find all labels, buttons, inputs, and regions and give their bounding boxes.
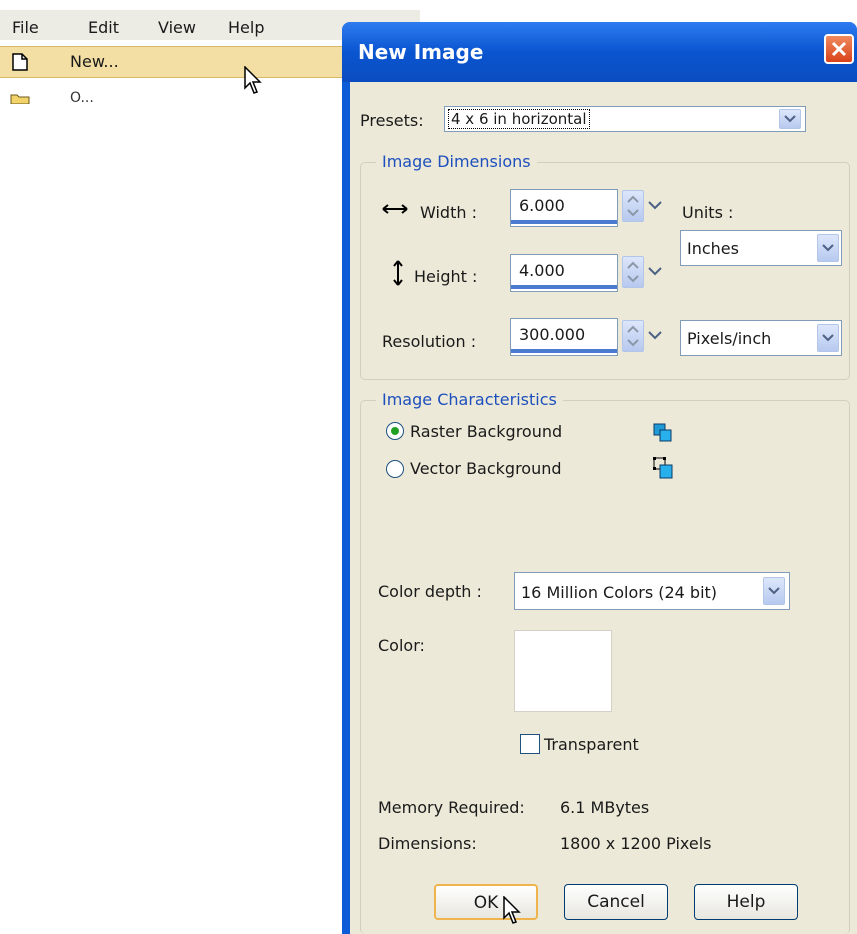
dimensions-label: Dimensions:	[378, 834, 477, 853]
vector-layer-icon	[652, 456, 676, 486]
spinner-arrows-icon	[627, 195, 639, 217]
open-folder-icon	[10, 92, 30, 104]
menu-item-open-label: O...	[70, 90, 94, 104]
height-value: 4.000	[519, 261, 565, 280]
units-select[interactable]: Inches	[680, 230, 842, 266]
height-label: Height :	[414, 267, 478, 286]
color-depth-value: 16 Million Colors (24 bit)	[521, 583, 718, 602]
presets-value: 4 x 6 in horizontal	[448, 109, 590, 129]
resolution-label: Resolution :	[382, 332, 477, 351]
dialog-body: Presets: 4 x 6 in horizontal Image Dimen…	[350, 82, 857, 934]
height-arrow-icon	[392, 260, 404, 290]
color-swatch[interactable]	[514, 630, 612, 712]
spinner-arrows-icon	[627, 325, 639, 347]
width-value: 6.000	[519, 196, 565, 215]
presets-select[interactable]: 4 x 6 in horizontal	[444, 106, 806, 132]
units-label: Units :	[682, 203, 734, 222]
new-document-icon	[12, 53, 28, 75]
menu-item-new-label: New...	[70, 52, 119, 71]
resolution-units-select[interactable]: Pixels/inch	[680, 320, 842, 356]
image-dimensions-title: Image Dimensions	[376, 152, 537, 171]
width-input[interactable]: 6.000	[510, 189, 618, 227]
raster-background-label[interactable]: Raster Background	[410, 422, 562, 441]
transparent-label[interactable]: Transparent	[544, 735, 639, 754]
chevron-down-icon	[768, 587, 780, 595]
memory-required-label: Memory Required:	[378, 798, 525, 817]
width-slider-bar[interactable]	[511, 220, 617, 224]
image-characteristics-title: Image Characteristics	[376, 390, 563, 409]
width-label: Width :	[420, 203, 477, 222]
vector-background-label[interactable]: Vector Background	[410, 459, 562, 478]
dialog-titlebar[interactable]: New Image	[342, 22, 857, 82]
help-button[interactable]: Help	[694, 884, 798, 920]
spinner-arrows-icon	[627, 261, 639, 283]
height-spinner[interactable]	[622, 256, 644, 288]
chevron-down-icon	[822, 334, 834, 342]
units-dropdown-button[interactable]	[817, 234, 839, 262]
close-button[interactable]	[824, 34, 854, 64]
width-dropdown-icon[interactable]	[646, 192, 664, 222]
menu-file[interactable]: File	[12, 18, 39, 37]
raster-layer-icon	[652, 422, 674, 448]
resolution-dropdown-icon[interactable]	[646, 322, 664, 352]
resolution-spinner[interactable]	[622, 320, 644, 352]
raster-background-radio[interactable]	[386, 422, 404, 440]
resolution-slider-bar[interactable]	[511, 349, 617, 353]
color-depth-select[interactable]: 16 Million Colors (24 bit)	[514, 572, 790, 610]
new-image-dialog: New Image Presets: 4 x 6 in horizontal I…	[342, 22, 857, 934]
presets-dropdown-button[interactable]	[779, 109, 801, 129]
color-depth-label: Color depth :	[378, 582, 482, 601]
resolution-input[interactable]: 300.000	[510, 318, 618, 356]
color-label: Color:	[378, 636, 425, 655]
ok-button[interactable]: OK	[434, 884, 538, 920]
menu-edit[interactable]: Edit	[88, 18, 119, 37]
menu-help[interactable]: Help	[228, 18, 264, 37]
menu-view[interactable]: View	[158, 18, 196, 37]
color-depth-dropdown-button[interactable]	[763, 577, 785, 605]
presets-label: Presets:	[360, 111, 424, 130]
chevron-down-icon	[784, 115, 796, 123]
width-arrow-icon	[382, 200, 408, 219]
radio-selected-dot	[391, 427, 399, 435]
height-input[interactable]: 4.000	[510, 254, 618, 292]
chevron-down-icon	[822, 244, 834, 252]
resolution-units-dropdown-button[interactable]	[817, 324, 839, 352]
dimensions-value: 1800 x 1200 Pixels	[560, 834, 712, 853]
close-icon	[831, 41, 847, 57]
cancel-button[interactable]: Cancel	[564, 884, 668, 920]
width-spinner[interactable]	[622, 190, 644, 222]
memory-required-value: 6.1 MBytes	[560, 798, 650, 817]
resolution-units-value: Pixels/inch	[687, 329, 772, 348]
vector-background-radio[interactable]	[386, 460, 404, 478]
resolution-value: 300.000	[519, 325, 586, 344]
dialog-title: New Image	[358, 40, 484, 64]
height-dropdown-icon[interactable]	[646, 258, 664, 288]
units-value: Inches	[687, 239, 739, 258]
transparent-checkbox[interactable]	[520, 734, 540, 754]
height-slider-bar[interactable]	[511, 285, 617, 289]
